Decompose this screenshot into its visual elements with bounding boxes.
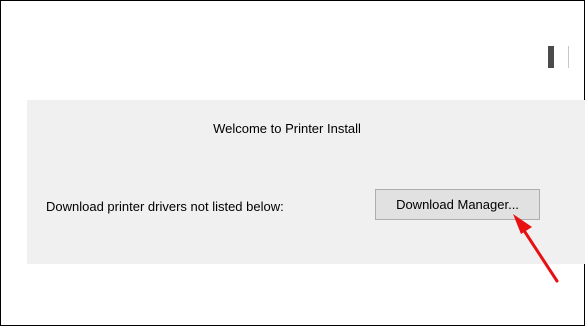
welcome-heading: Welcome to Printer Install: [213, 121, 361, 136]
printer-install-panel: Welcome to Printer Install Download prin…: [27, 100, 585, 264]
window-edge-line: [568, 46, 569, 68]
download-manager-button[interactable]: Download Manager...: [375, 189, 540, 220]
window-edge-marker: [548, 46, 554, 68]
download-drivers-label: Download printer drivers not listed belo…: [46, 199, 284, 214]
screenshot-frame: Welcome to Printer Install Download prin…: [0, 0, 585, 326]
